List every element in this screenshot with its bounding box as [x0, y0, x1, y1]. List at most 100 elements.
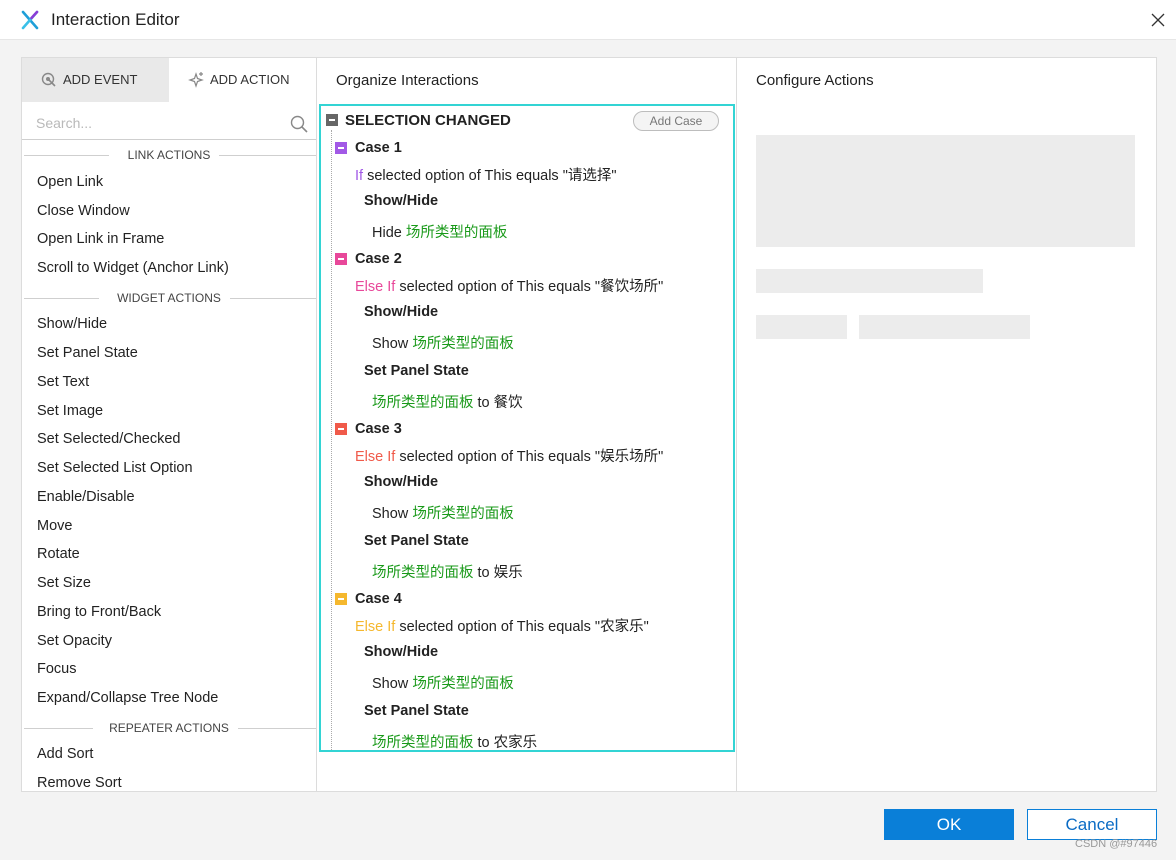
- action-set-size[interactable]: Set Size: [37, 575, 91, 591]
- action-suffix: to 餐饮: [473, 395, 523, 411]
- loading-placeholder: [859, 315, 1030, 339]
- case-4-condition[interactable]: Else If selected option of This equals "…: [355, 615, 649, 636]
- tab-add-event[interactable]: ADD EVENT: [22, 58, 169, 102]
- case-2-action-2-detail[interactable]: 场所类型的面板 to 餐饮: [372, 391, 523, 412]
- action-suffix: to 农家乐: [473, 735, 538, 751]
- case-4-toggle[interactable]: [335, 593, 347, 605]
- case-3-action-1-name[interactable]: Show/Hide: [364, 474, 438, 490]
- case-3-title[interactable]: Case 3: [355, 421, 402, 437]
- case-4-action-2-detail[interactable]: 场所类型的面板 to 农家乐: [372, 731, 537, 752]
- case-4-title[interactable]: Case 4: [355, 591, 402, 607]
- case-3-action-2-name[interactable]: Set Panel State: [364, 533, 469, 549]
- action-target: 场所类型的面板: [412, 336, 514, 352]
- actions-panel: ADD EVENT ADD ACTION LINK ACTIONS Open L…: [21, 57, 317, 792]
- case-3-condition[interactable]: Else If selected option of This equals "…: [355, 445, 663, 466]
- case-1-toggle[interactable]: [335, 142, 347, 154]
- case-1-action-1-detail[interactable]: Hide 场所类型的面板: [372, 221, 507, 242]
- action-focus[interactable]: Focus: [37, 661, 77, 677]
- add-event-icon: [41, 72, 56, 87]
- action-show-hide[interactable]: Show/Hide: [37, 316, 107, 332]
- condition-keyword: Else If: [355, 279, 396, 295]
- action-open-link-in-frame[interactable]: Open Link in Frame: [37, 231, 164, 247]
- add-action-icon: [188, 72, 204, 88]
- collapse-event-toggle[interactable]: [326, 114, 338, 126]
- action-target: 场所类型的面板: [372, 565, 474, 581]
- app-logo-icon: [21, 10, 39, 30]
- ok-button[interactable]: OK: [884, 809, 1014, 840]
- action-move[interactable]: Move: [37, 518, 72, 534]
- action-set-selected-list-option[interactable]: Set Selected List Option: [37, 460, 193, 476]
- case-3-action-1-detail[interactable]: Show 场所类型的面板: [372, 502, 514, 523]
- case-2-action-1-name[interactable]: Show/Hide: [364, 304, 438, 320]
- action-rotate[interactable]: Rotate: [37, 546, 80, 562]
- action-target: 场所类型的面板: [372, 735, 474, 751]
- cancel-button[interactable]: Cancel: [1027, 809, 1157, 840]
- search-input[interactable]: [36, 112, 286, 134]
- title-bar: Interaction Editor: [0, 0, 1176, 40]
- condition-text: selected option of This equals "农家乐": [395, 619, 649, 635]
- section-repeater-actions: REPEATER ACTIONS: [22, 719, 316, 739]
- section-link-actions: LINK ACTIONS: [22, 146, 316, 166]
- action-expand-collapse-tree-node[interactable]: Expand/Collapse Tree Node: [37, 690, 218, 706]
- search-box: [22, 106, 316, 140]
- section-title: WIDGET ACTIONS: [109, 291, 229, 305]
- action-enable-disable[interactable]: Enable/Disable: [37, 489, 135, 505]
- condition-text: selected option of This equals "娱乐场所": [395, 449, 664, 465]
- window-title: Interaction Editor: [51, 10, 180, 29]
- tab-add-action-label: ADD ACTION: [210, 72, 290, 87]
- panel-title: Configure Actions: [756, 72, 874, 89]
- action-target: 场所类型的面板: [405, 225, 508, 241]
- action-target: 场所类型的面板: [412, 506, 514, 522]
- action-target: 场所类型的面板: [412, 676, 514, 692]
- action-open-link[interactable]: Open Link: [37, 174, 103, 190]
- case-2-action-2-name[interactable]: Set Panel State: [364, 363, 469, 379]
- tab-add-event-label: ADD EVENT: [63, 72, 138, 87]
- action-suffix: to 娱乐: [473, 565, 523, 581]
- action-target: 场所类型的面板: [372, 395, 474, 411]
- interactions-tree: SELECTION CHANGED Add Case Case 1 If sel…: [319, 104, 735, 752]
- case-4-action-2-name[interactable]: Set Panel State: [364, 703, 469, 719]
- loading-placeholder: [756, 269, 983, 293]
- action-set-image[interactable]: Set Image: [37, 403, 103, 419]
- loading-placeholder: [756, 315, 847, 339]
- search-icon[interactable]: [290, 115, 308, 133]
- case-2-title[interactable]: Case 2: [355, 251, 402, 267]
- case-4-action-1-detail[interactable]: Show 场所类型的面板: [372, 672, 514, 693]
- close-icon[interactable]: [1146, 8, 1170, 32]
- action-add-sort[interactable]: Add Sort: [37, 746, 93, 762]
- condition-text: selected option of This equals "请选择": [363, 168, 617, 184]
- tree-connector: [331, 130, 332, 750]
- section-title: REPEATER ACTIONS: [101, 721, 237, 735]
- action-close-window[interactable]: Close Window: [37, 203, 130, 219]
- case-3-action-2-detail[interactable]: 场所类型的面板 to 娱乐: [372, 561, 523, 582]
- case-2-action-1-detail[interactable]: Show 场所类型的面板: [372, 332, 514, 353]
- condition-text: selected option of This equals "餐饮场所": [395, 279, 664, 295]
- action-verb: Show: [372, 506, 413, 522]
- case-2-condition[interactable]: Else If selected option of This equals "…: [355, 275, 663, 296]
- action-set-text[interactable]: Set Text: [37, 374, 89, 390]
- action-scroll-to-widget[interactable]: Scroll to Widget (Anchor Link): [37, 260, 229, 276]
- case-2-toggle[interactable]: [335, 253, 347, 265]
- case-4-action-1-name[interactable]: Show/Hide: [364, 644, 438, 660]
- action-set-panel-state[interactable]: Set Panel State: [37, 345, 138, 361]
- panel-title: Organize Interactions: [336, 72, 479, 89]
- condition-keyword: Else If: [355, 449, 396, 465]
- loading-placeholder: [756, 135, 1135, 247]
- add-case-button[interactable]: Add Case: [633, 111, 719, 131]
- action-set-selected-checked[interactable]: Set Selected/Checked: [37, 431, 180, 447]
- case-1-condition[interactable]: If selected option of This equals "请选择": [355, 164, 617, 185]
- action-bring-to-front-back[interactable]: Bring to Front/Back: [37, 604, 161, 620]
- event-title[interactable]: SELECTION CHANGED: [345, 112, 511, 129]
- action-verb: Hide: [372, 225, 406, 241]
- condition-keyword: Else If: [355, 619, 396, 635]
- section-title: LINK ACTIONS: [119, 148, 219, 162]
- action-set-opacity[interactable]: Set Opacity: [37, 633, 112, 649]
- case-1-action-1-name[interactable]: Show/Hide: [364, 193, 438, 209]
- case-1-title[interactable]: Case 1: [355, 140, 402, 156]
- condition-keyword: If: [355, 168, 364, 184]
- action-verb: Show: [372, 336, 413, 352]
- tab-add-action[interactable]: ADD ACTION: [169, 58, 316, 102]
- case-3-toggle[interactable]: [335, 423, 347, 435]
- configure-actions-panel: Configure Actions: [736, 57, 1157, 792]
- action-remove-sort[interactable]: Remove Sort: [37, 775, 122, 791]
